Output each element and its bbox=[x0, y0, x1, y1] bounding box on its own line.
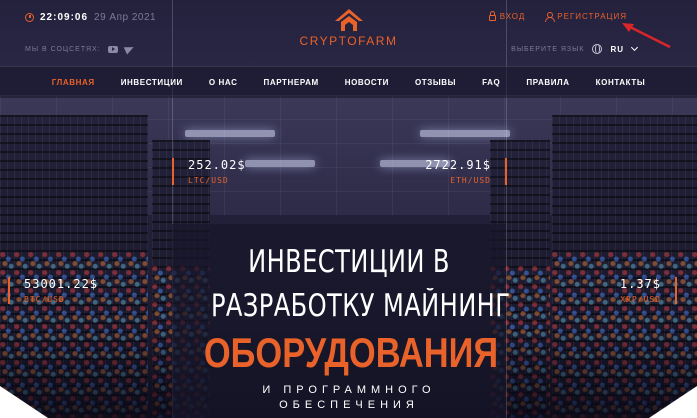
ticker-price: 53001.22$ bbox=[24, 277, 99, 291]
ticker-pair: ETH/USD bbox=[450, 176, 491, 185]
hero-line-1: ИНВЕСТИЦИИ В bbox=[248, 244, 450, 280]
main-nav: ГЛАВНАЯ ИНВЕСТИЦИИ О НАС ПАРТНЕРАМ НОВОСТИ ОТ… bbox=[0, 66, 697, 98]
nav-item[interactable]: ПРАВИЛА bbox=[513, 78, 582, 87]
top-bar: 22:09:06 29 Апр 2021 МЫ В СОЦСЕТЯХ: CRYP… bbox=[0, 0, 697, 66]
ticker-eth: 2722.91$ ETH/USD bbox=[425, 158, 507, 185]
language-selector[interactable]: ВЫБЕРИТЕ ЯЗЫК RU bbox=[511, 43, 639, 54]
ticker-pair: LTC/USD bbox=[188, 176, 229, 185]
corner-decoration-right bbox=[649, 386, 697, 418]
hero-heading: ИНВЕСТИЦИИ В РАЗРАБОТКУ МАЙНИНГ ОБОРУДОВ… bbox=[172, 240, 526, 412]
login-link[interactable]: ВХОД bbox=[488, 10, 526, 21]
user-icon bbox=[545, 12, 556, 22]
lock-icon bbox=[488, 10, 496, 21]
nav-item[interactable]: ПАРТНЕРАМ bbox=[250, 78, 331, 87]
nav-item[interactable]: ГЛАВНАЯ bbox=[39, 78, 108, 87]
nav-item[interactable]: ОТЗЫВЫ bbox=[402, 78, 469, 87]
ticker-btc: 53001.22$ BTC/USD bbox=[8, 277, 98, 304]
ticker-price: 2722.91$ bbox=[425, 158, 491, 172]
nav-list: ГЛАВНАЯ ИНВЕСТИЦИИ О НАС ПАРТНЕРАМ НОВОСТИ ОТ… bbox=[39, 78, 659, 87]
ceiling-light bbox=[420, 130, 510, 137]
ticker-price: 1.37$ bbox=[619, 277, 661, 291]
nav-item[interactable]: НОВОСТИ bbox=[332, 78, 402, 87]
annotation-arrow bbox=[622, 23, 671, 49]
ticker-pair: XRP/USD bbox=[620, 295, 661, 304]
hero-line-3: ОБОРУДОВАНИЯ bbox=[203, 329, 499, 376]
hero-line-5: ОБЕСПЕЧЕНИЯ bbox=[279, 399, 419, 411]
language-label: ВЫБЕРИТЕ ЯЗЫК bbox=[511, 45, 585, 53]
corner-decoration-left bbox=[0, 386, 48, 418]
auth-links: ВХОД РЕГИСТРАЦИЯ bbox=[488, 10, 627, 22]
logo-house-icon bbox=[334, 9, 363, 31]
hero-line-2: РАЗРАБОТКУ МАЙНИНГ bbox=[210, 288, 511, 324]
nav-item[interactable]: КОНТАКТЫ bbox=[583, 78, 659, 87]
register-label: РЕГИСТРАЦИЯ bbox=[557, 12, 627, 21]
ticker-price: 252.02$ bbox=[188, 158, 246, 172]
ceiling-light bbox=[245, 160, 315, 167]
nav-item[interactable]: ИНВЕСТИЦИИ bbox=[108, 78, 196, 87]
ceiling-light bbox=[185, 130, 275, 137]
register-link[interactable]: РЕГИСТРАЦИЯ bbox=[545, 12, 627, 22]
login-label: ВХОД bbox=[499, 12, 526, 21]
nav-item[interactable]: О НАС bbox=[196, 78, 251, 87]
hero-line-4: И ПРОГРАММНОГО bbox=[262, 384, 436, 396]
ticker-ltc: 252.02$ LTC/USD bbox=[172, 158, 246, 185]
nav-item[interactable]: FAQ bbox=[469, 78, 513, 87]
globe-icon bbox=[592, 44, 603, 54]
ticker-pair: BTC/USD bbox=[24, 295, 65, 304]
ticker-xrp: 1.37$ XRP/USD bbox=[620, 277, 677, 304]
